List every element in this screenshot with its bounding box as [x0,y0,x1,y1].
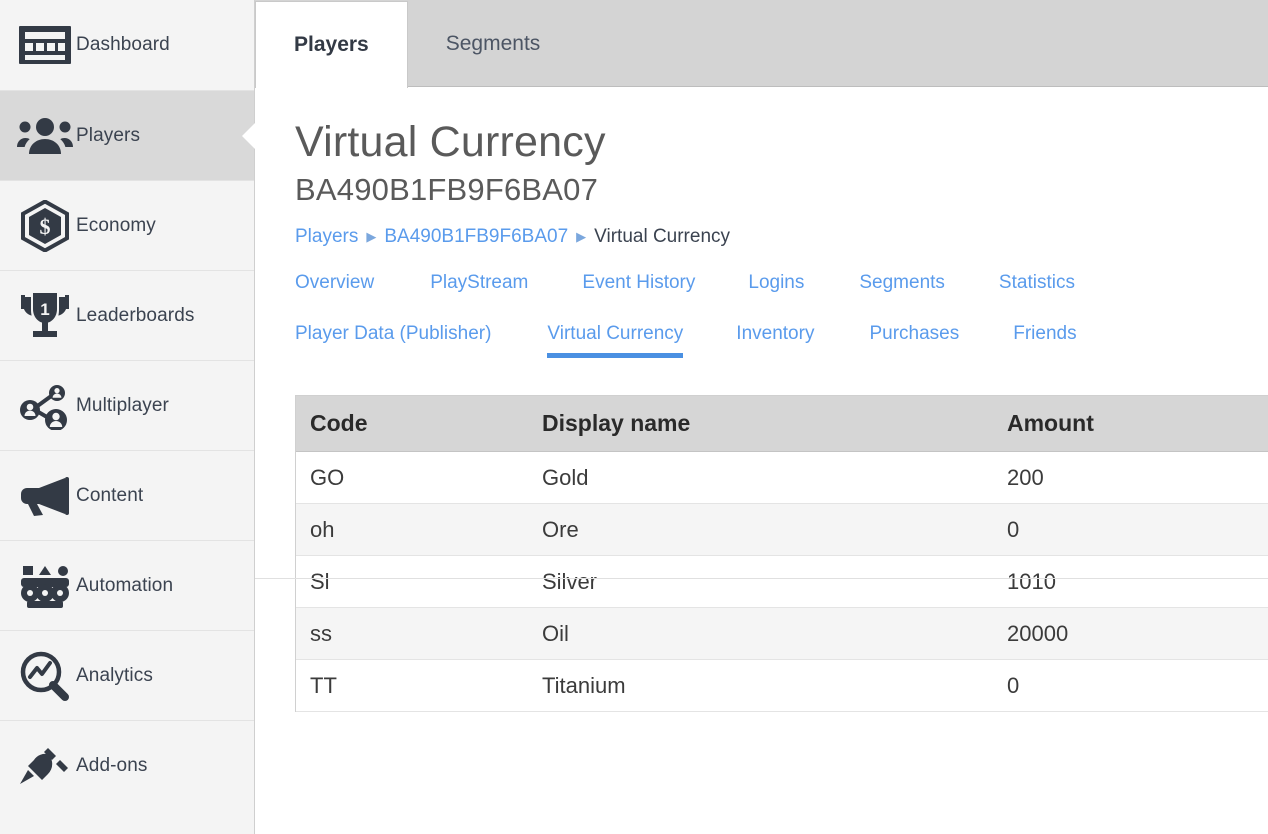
sidebar-item-players[interactable]: Players [0,90,254,180]
cell-code[interactable]: oh [296,504,528,556]
subtab-segments[interactable]: Segments [859,272,945,307]
subtab-virtual-currency[interactable]: Virtual Currency [547,323,683,358]
table-row[interactable]: GO Gold 200 [296,452,1268,504]
sidebar-item-multiplayer[interactable]: Multiplayer [0,360,254,450]
breadcrumb-item-player-id[interactable]: BA490B1FB9F6BA07 [384,226,568,248]
table-row[interactable]: TT Titanium 0 [296,660,1268,712]
sidebar-item-content[interactable]: Content [0,450,254,540]
cell-amount: 1010 [993,556,1268,608]
tab-players[interactable]: Players [255,1,408,88]
network-icon [14,382,76,430]
cell-display-name[interactable]: Gold [528,452,993,504]
cell-display-name[interactable]: Titanium [528,660,993,712]
sidebar-label: Leaderboards [76,305,194,327]
table-row[interactable]: oh Ore 0 [296,504,1268,556]
subtab-purchases[interactable]: Purchases [869,323,959,358]
cell-amount: 200 [993,452,1268,504]
cell-display-name[interactable]: Oil [528,608,993,660]
main-content: Players Segments Virtual Currency BA490B… [255,0,1268,834]
sub-tab-row-1: Overview PlayStream Event History Logins… [295,272,1268,307]
breadcrumb-separator-icon: ▶ [358,230,384,243]
subtab-inventory[interactable]: Inventory [736,323,814,358]
cell-amount: 0 [993,660,1268,712]
sidebar-label: Multiplayer [76,395,169,417]
sidebar-label: Economy [76,215,156,237]
virtual-currency-table: Code Display name Amount GO Gold 200 oh [296,396,1268,713]
sidebar-label: Analytics [76,665,153,687]
top-tab-bar: Players Segments [255,0,1268,87]
cell-code[interactable]: TT [296,660,528,712]
table-row[interactable]: Sl Silver 1010 [296,556,1268,608]
sub-tab-row-2: Player Data (Publisher) Virtual Currency… [295,323,1268,358]
section-divider [255,578,1268,579]
page-subtitle-player-id: BA490B1FB9F6BA07 [295,173,1268,207]
sidebar-item-economy[interactable]: $ Economy [0,180,254,270]
column-header-code: Code [296,396,528,452]
cell-amount: 0 [993,504,1268,556]
page-body: Virtual Currency BA490B1FB9F6BA07 Player… [255,119,1268,712]
page-title: Virtual Currency [295,119,1268,165]
magnifier-chart-icon [14,651,76,701]
subtab-playstream[interactable]: PlayStream [430,272,528,307]
economy-icon: $ [14,200,76,252]
subtab-overview[interactable]: Overview [295,272,374,307]
sidebar-label: Dashboard [76,34,170,56]
subtab-statistics[interactable]: Statistics [999,272,1075,307]
svg-text:1: 1 [40,300,49,319]
cell-code[interactable]: Sl [296,556,528,608]
conveyor-icon [14,563,76,609]
svg-text:$: $ [40,214,51,239]
cell-display-name[interactable]: Silver [528,556,993,608]
breadcrumb: Players ▶ BA490B1FB9F6BA07 ▶ Virtual Cur… [295,226,1268,248]
breadcrumb-separator-icon: ▶ [568,230,594,243]
sidebar: Dashboard Players $ [0,0,255,834]
table-header-row: Code Display name Amount [296,396,1268,452]
sidebar-item-addons[interactable]: Add-ons [0,720,254,810]
app-root: Dashboard Players $ [0,0,1268,834]
subtab-logins[interactable]: Logins [748,272,804,307]
column-header-amount: Amount [993,396,1268,452]
trophy-icon: 1 [14,291,76,341]
sidebar-item-automation[interactable]: Automation [0,540,254,630]
subtab-player-data-publisher[interactable]: Player Data (Publisher) [295,323,491,358]
sidebar-label: Automation [76,575,173,597]
sidebar-label: Add-ons [76,755,147,777]
players-icon [14,117,76,155]
cell-code[interactable]: ss [296,608,528,660]
sidebar-item-dashboard[interactable]: Dashboard [0,0,254,90]
tab-segments[interactable]: Segments [408,1,579,87]
sidebar-label: Players [76,125,140,147]
sidebar-label: Content [76,485,143,507]
dashboard-icon [14,24,76,66]
subtab-event-history[interactable]: Event History [582,272,695,307]
table-head: Code Display name Amount [296,396,1268,452]
subtab-friends[interactable]: Friends [1013,323,1076,358]
cell-display-name[interactable]: Ore [528,504,993,556]
megaphone-icon [14,476,76,516]
plug-icon [14,742,76,790]
cell-code[interactable]: GO [296,452,528,504]
breadcrumb-item-players[interactable]: Players [295,226,358,248]
breadcrumb-item-current: Virtual Currency [594,226,730,248]
cell-amount: 20000 [993,608,1268,660]
virtual-currency-table-container: Code Display name Amount GO Gold 200 oh [295,395,1268,713]
table-row[interactable]: ss Oil 20000 [296,608,1268,660]
sidebar-item-analytics[interactable]: Analytics [0,630,254,720]
sidebar-item-leaderboards[interactable]: 1 Leaderboards [0,270,254,360]
table-body: GO Gold 200 oh Ore 0 Sl Silver 1010 [296,452,1268,712]
column-header-display-name: Display name [528,396,993,452]
